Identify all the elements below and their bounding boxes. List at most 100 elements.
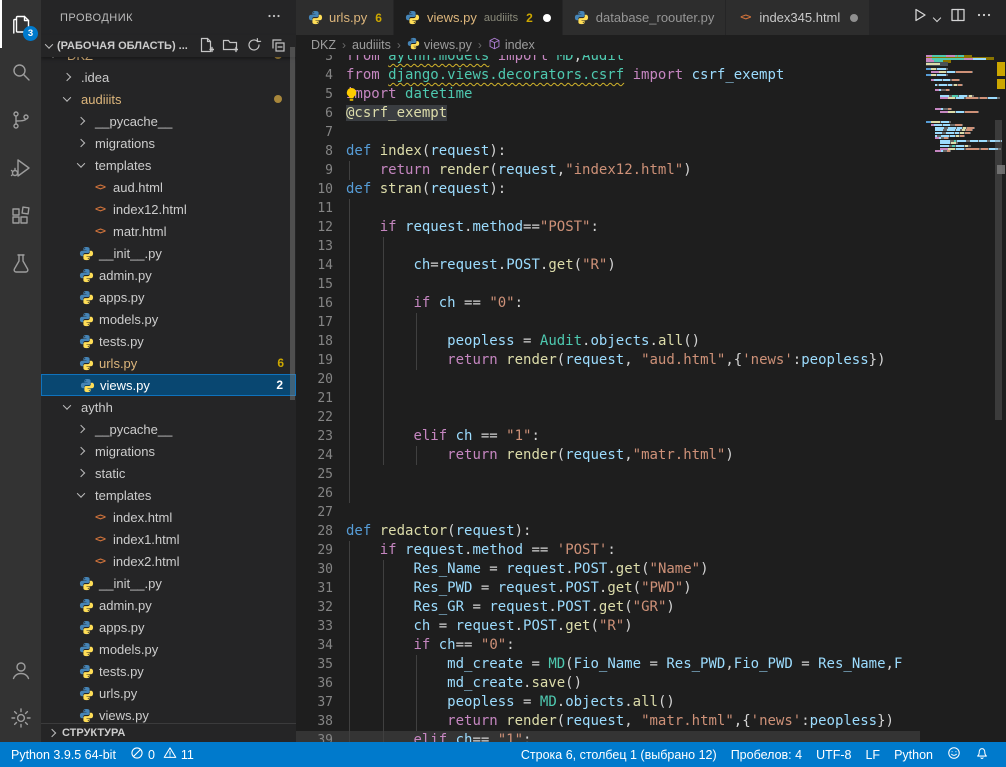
outline-section-header[interactable]: СТРУКТУРА bbox=[41, 723, 296, 742]
line-number[interactable]: 38 bbox=[296, 712, 346, 731]
line-number[interactable]: 33 bbox=[296, 617, 346, 636]
tree-item-templates[interactable]: templates bbox=[41, 154, 296, 176]
tree-item-views.py[interactable]: views.py2 bbox=[41, 374, 296, 396]
split-editor-icon[interactable] bbox=[950, 7, 966, 28]
code-line-25[interactable]: 25 bbox=[296, 465, 920, 484]
line-number[interactable]: 23 bbox=[296, 427, 346, 446]
tab-index345.html[interactable]: <>index345.html bbox=[726, 0, 870, 35]
testing-icon[interactable] bbox=[0, 240, 41, 288]
tree-item-urls.py[interactable]: urls.py bbox=[41, 682, 296, 704]
source-control-icon[interactable] bbox=[0, 96, 41, 144]
workspace-section-header[interactable]: (РАБОЧАЯ ОБЛАСТЬ) ... bbox=[41, 35, 296, 57]
code-line-31[interactable]: 31 Res_PWD = request.POST.get("PWD") bbox=[296, 579, 920, 598]
line-number[interactable]: 39 bbox=[296, 731, 346, 742]
breadcrumb-item-index[interactable]: index bbox=[488, 37, 535, 53]
tree-item-apps.py[interactable]: apps.py bbox=[41, 616, 296, 638]
more-actions-icon[interactable] bbox=[976, 7, 992, 28]
tree-item-views.py[interactable]: views.py bbox=[41, 704, 296, 724]
line-number[interactable]: 5 bbox=[296, 85, 346, 104]
editor-scrollbar[interactable] bbox=[995, 120, 1002, 420]
line-number[interactable]: 24 bbox=[296, 446, 346, 465]
tree-item-index1.html[interactable]: <>index1.html bbox=[41, 528, 296, 550]
tree-item-templates[interactable]: templates bbox=[41, 484, 296, 506]
code-line-26[interactable]: 26 bbox=[296, 484, 920, 503]
breadcrumb-item-DKZ[interactable]: DKZ bbox=[311, 38, 336, 52]
line-number[interactable]: 16 bbox=[296, 294, 346, 313]
line-number[interactable]: 4 bbox=[296, 66, 346, 85]
tree-item-apps.py[interactable]: apps.py bbox=[41, 286, 296, 308]
collapse-folders-icon[interactable] bbox=[270, 37, 286, 56]
lightbulb-icon[interactable] bbox=[344, 87, 359, 108]
extensions-icon[interactable] bbox=[0, 192, 41, 240]
code-line-18[interactable]: 18 peopless = Audit.objects.all() bbox=[296, 332, 920, 351]
tree-item-__pycache__[interactable]: __pycache__ bbox=[41, 418, 296, 440]
code-line-11[interactable]: 11 bbox=[296, 199, 920, 218]
tree-item-tests.py[interactable]: tests.py bbox=[41, 660, 296, 682]
tab-urls.py[interactable]: urls.py6 bbox=[296, 0, 394, 35]
code-line-27[interactable]: 27 bbox=[296, 503, 920, 522]
line-number[interactable]: 30 bbox=[296, 560, 346, 579]
new-folder-icon[interactable] bbox=[222, 37, 238, 56]
line-number[interactable]: 12 bbox=[296, 218, 346, 237]
code-line-30[interactable]: 30 Res_Name = request.POST.get("Name") bbox=[296, 560, 920, 579]
code-line-34[interactable]: 34 if ch== "0": bbox=[296, 636, 920, 655]
code-line-12[interactable]: 12 if request.method=="POST": bbox=[296, 218, 920, 237]
new-file-icon[interactable] bbox=[198, 37, 214, 56]
run-python-file-icon[interactable] bbox=[912, 7, 928, 28]
tree-item-matr.html[interactable]: <>matr.html bbox=[41, 220, 296, 242]
code-line-24[interactable]: 24 return render(request,"matr.html") bbox=[296, 446, 920, 465]
code-editor[interactable]: 3from aythh.models import MD,Audit4from … bbox=[296, 55, 920, 742]
code-line-22[interactable]: 22 bbox=[296, 408, 920, 427]
line-number[interactable]: 17 bbox=[296, 313, 346, 332]
code-line-9[interactable]: 9 return render(request,"index12.html") bbox=[296, 161, 920, 180]
tree-item-aythh[interactable]: aythh bbox=[41, 396, 296, 418]
code-line-19[interactable]: 19 return render(request, "aud.html",{'n… bbox=[296, 351, 920, 370]
code-line-10[interactable]: 10def stran(request): bbox=[296, 180, 920, 199]
line-number[interactable]: 19 bbox=[296, 351, 346, 370]
code-line-32[interactable]: 32 Res_GR = request.POST.get("GR") bbox=[296, 598, 920, 617]
line-number[interactable]: 34 bbox=[296, 636, 346, 655]
line-number[interactable]: 8 bbox=[296, 142, 346, 161]
line-number[interactable]: 36 bbox=[296, 674, 346, 693]
code-line-7[interactable]: 7 bbox=[296, 123, 920, 142]
line-number[interactable]: 7 bbox=[296, 123, 346, 142]
run-and-debug-icon[interactable] bbox=[0, 144, 41, 192]
line-number[interactable]: 18 bbox=[296, 332, 346, 351]
line-number[interactable]: 28 bbox=[296, 522, 346, 541]
tree-item-aud.html[interactable]: <>aud.html bbox=[41, 176, 296, 198]
tree-item-DKZ[interactable]: DKZ bbox=[41, 57, 296, 66]
line-number[interactable]: 14 bbox=[296, 256, 346, 275]
refresh-icon[interactable] bbox=[246, 37, 262, 56]
code-line-15[interactable]: 15 bbox=[296, 275, 920, 294]
line-number[interactable]: 20 bbox=[296, 370, 346, 389]
code-line-29[interactable]: 29 if request.method == 'POST': bbox=[296, 541, 920, 560]
tab-views.py[interactable]: views.pyaudiiits2 bbox=[394, 0, 563, 35]
code-line-4[interactable]: 4from django.views.decorators.csrf impor… bbox=[296, 66, 920, 85]
tab-database_roouter.py[interactable]: database_roouter.py bbox=[563, 0, 727, 35]
line-number[interactable]: 27 bbox=[296, 503, 346, 522]
explorer-icon[interactable]: 3 bbox=[0, 0, 41, 48]
status-indentation[interactable]: Пробелов: 4 bbox=[724, 742, 809, 767]
code-line-38[interactable]: 38 return render(request, "matr.html",{'… bbox=[296, 712, 920, 731]
line-number[interactable]: 35 bbox=[296, 655, 346, 674]
line-number[interactable]: 6 bbox=[296, 104, 346, 123]
sidebar-scrollbar[interactable] bbox=[290, 47, 295, 400]
code-line-23[interactable]: 23 elif ch == "1": bbox=[296, 427, 920, 446]
code-line-36[interactable]: 36 md_create.save() bbox=[296, 674, 920, 693]
tree-item-tests.py[interactable]: tests.py bbox=[41, 330, 296, 352]
line-number[interactable]: 11 bbox=[296, 199, 346, 218]
manage-icon[interactable] bbox=[0, 694, 41, 742]
code-line-8[interactable]: 8def index(request): bbox=[296, 142, 920, 161]
tree-item-index12.html[interactable]: <>index12.html bbox=[41, 198, 296, 220]
line-number[interactable]: 31 bbox=[296, 579, 346, 598]
search-icon[interactable] bbox=[0, 48, 41, 96]
line-number[interactable]: 21 bbox=[296, 389, 346, 408]
code-line-35[interactable]: 35 md_create = MD(Fio_Name = Res_PWD,Fio… bbox=[296, 655, 920, 674]
tree-item-migrations[interactable]: migrations bbox=[41, 132, 296, 154]
status-python-interpreter[interactable]: Python 3.9.5 64-bit bbox=[4, 742, 123, 767]
line-number[interactable]: 25 bbox=[296, 465, 346, 484]
code-line-21[interactable]: 21 bbox=[296, 389, 920, 408]
tree-item-index.html[interactable]: <>index.html bbox=[41, 506, 296, 528]
accounts-icon[interactable] bbox=[0, 646, 41, 694]
code-line-6[interactable]: 6@csrf_exempt bbox=[296, 104, 920, 123]
